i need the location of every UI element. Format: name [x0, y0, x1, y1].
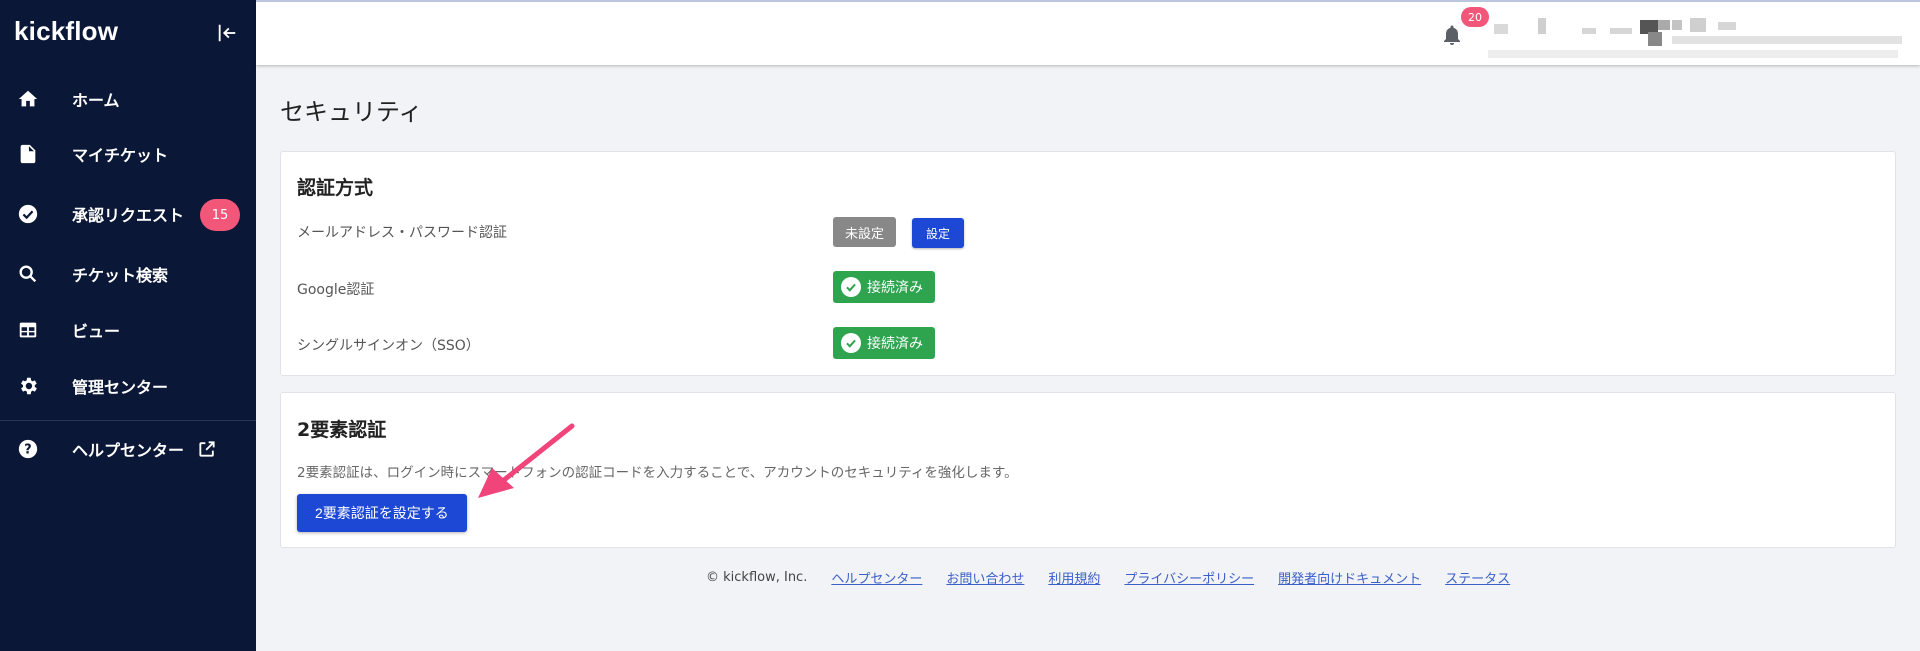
gear-icon: [16, 374, 40, 398]
sidebar-item-label: ホーム: [72, 91, 120, 110]
document-icon: [16, 142, 40, 166]
footer-copyright: © kickflow, Inc.: [706, 570, 808, 585]
auth-methods-card: 認証方式 メールアドレス・パスワード認証 未設定 設定 Google認証 接続済…: [280, 151, 1896, 376]
sidebar-item-approval-requests[interactable]: 承認リクエスト 15: [0, 191, 256, 237]
notifications-button[interactable]: [1440, 22, 1466, 48]
footer: © kickflow, Inc. ヘルプセンター お問い合わせ 利用規約 プライ…: [706, 568, 1510, 587]
sidebar-item-label: マイチケット: [72, 146, 169, 165]
table-icon: [16, 318, 40, 342]
help-icon: ?: [16, 437, 40, 461]
google-connected-text: 接続済み: [867, 280, 923, 296]
user-menu[interactable]: [1486, 14, 1906, 64]
google-auth-label: Google認証: [297, 282, 375, 298]
collapse-sidebar-button[interactable]: [214, 20, 240, 46]
sidebar-item-label: 承認リクエスト: [72, 206, 185, 225]
check-circle-icon: [16, 202, 40, 226]
page-title: セキュリティ: [280, 98, 423, 126]
check-icon: [841, 333, 861, 353]
sidebar-item-help-center[interactable]: ? ヘルプセンター: [0, 426, 256, 472]
sso-auth-label: シングルサインオン（SSO）: [297, 338, 480, 354]
sidebar-item-label: ビュー: [72, 322, 121, 341]
footer-link-terms[interactable]: 利用規約: [1048, 568, 1100, 587]
approval-count-badge: 15: [200, 199, 240, 231]
sso-connected-text: 接続済み: [867, 336, 923, 352]
external-link-icon: [196, 438, 218, 460]
sidebar-item-admin-center[interactable]: 管理センター: [0, 363, 256, 409]
sso-connected-badge: 接続済み: [833, 327, 935, 359]
check-icon: [841, 277, 861, 297]
sidebar-divider: [0, 420, 256, 421]
email-password-auth-label: メールアドレス・パスワード認証: [297, 225, 507, 241]
sidebar-item-my-tickets[interactable]: マイチケット: [0, 131, 256, 177]
sidebar-item-label: ヘルプセンター: [72, 441, 185, 460]
footer-link-help-center[interactable]: ヘルプセンター: [831, 568, 922, 587]
footer-link-contact[interactable]: お問い合わせ: [946, 568, 1024, 587]
svg-text:?: ?: [24, 443, 31, 458]
auth-methods-title: 認証方式: [297, 177, 374, 199]
sidebar-item-views[interactable]: ビュー: [0, 307, 256, 353]
two-factor-description: 2要素認証は、ログイン時にスマートフォンの認証コードを入力することで、アカウント…: [297, 465, 1018, 481]
sidebar-item-label: チケット検索: [72, 266, 169, 285]
search-icon: [16, 262, 40, 286]
sidebar-item-label: 管理センター: [72, 378, 169, 397]
two-factor-title: 2要素認証: [297, 419, 387, 441]
notification-count-badge: 20: [1461, 7, 1489, 27]
sidebar-item-home[interactable]: ホーム: [0, 76, 256, 122]
email-password-setup-button[interactable]: 設定: [912, 218, 965, 248]
footer-link-status[interactable]: ステータス: [1445, 568, 1510, 587]
bell-icon: [1444, 25, 1460, 45]
google-connected-badge: 接続済み: [833, 271, 935, 303]
two-factor-card: 2要素認証 2要素認証は、ログイン時にスマートフォンの認証コードを入力することで…: [280, 392, 1896, 548]
footer-link-developer-docs[interactable]: 開発者向けドキュメント: [1278, 568, 1421, 587]
footer-link-privacy[interactable]: プライバシーポリシー: [1124, 568, 1254, 587]
collapse-left-icon: [218, 24, 236, 42]
home-icon: [16, 87, 40, 111]
sidebar: kickflow ホーム マイチケット 承認リクエスト 15 チケット検索 ビュ…: [0, 0, 256, 651]
sidebar-item-ticket-search[interactable]: チケット検索: [0, 251, 256, 297]
email-password-status-badge: 未設定: [833, 217, 897, 247]
brand-logo[interactable]: kickflow: [14, 16, 118, 47]
setup-two-factor-button[interactable]: 2要素認証を設定する: [297, 494, 467, 532]
